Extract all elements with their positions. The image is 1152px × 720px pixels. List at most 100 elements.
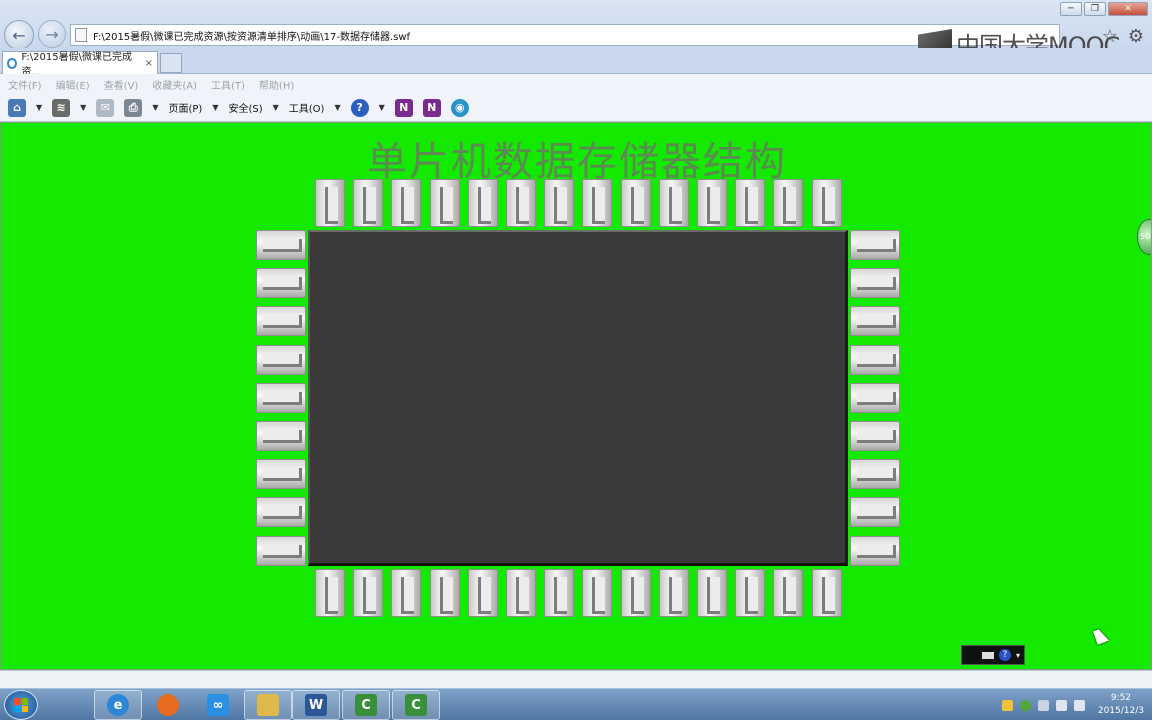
chip-pin-right bbox=[850, 535, 900, 566]
page-icon bbox=[75, 28, 87, 42]
menu-edit[interactable]: 编辑(E) bbox=[56, 77, 90, 92]
cloud-icon: ∞ bbox=[207, 694, 229, 716]
onenote-linked-icon[interactable]: N bbox=[422, 98, 441, 117]
keyboard-icon[interactable] bbox=[981, 651, 994, 659]
menu-file[interactable]: 文件(F) bbox=[8, 77, 42, 92]
network-icon[interactable] bbox=[1055, 699, 1067, 711]
help-icon[interactable]: ? bbox=[350, 98, 369, 117]
menu-bar: 文件(F) 编辑(E) 查看(V) 收藏夹(A) 工具(T) 帮助(H) bbox=[0, 74, 1152, 94]
help-dropdown-icon[interactable]: ▼ bbox=[379, 103, 385, 112]
chip-pin-left bbox=[256, 268, 306, 299]
chip-pin-bottom bbox=[697, 569, 727, 617]
clock[interactable]: 9:52 2015/12/3 bbox=[1098, 692, 1144, 718]
ie-icon: e bbox=[107, 694, 129, 716]
security-shield-icon[interactable] bbox=[1001, 699, 1013, 711]
tools-dropdown-icon[interactable]: ▼ bbox=[334, 103, 340, 112]
chip-pin-bottom bbox=[315, 569, 345, 617]
taskbar-camtasia-1[interactable]: C bbox=[342, 690, 390, 720]
taskbar-ie[interactable]: e bbox=[94, 690, 142, 720]
page-title: 单片机数据存储器结构 bbox=[367, 139, 787, 185]
rss-feed-icon[interactable]: ≋ bbox=[52, 98, 71, 117]
flash-dropdown-icon[interactable]: ▾ bbox=[1016, 651, 1020, 660]
volume-icon[interactable] bbox=[1073, 699, 1085, 711]
ie-icon bbox=[7, 57, 18, 69]
clock-time: 9:52 bbox=[1110, 693, 1132, 703]
start-button[interactable] bbox=[4, 690, 38, 720]
chip-pin-top bbox=[735, 179, 766, 227]
taskbar: e ∞ W C C 9:52 2015/12/3 bbox=[0, 688, 1152, 720]
print-dropdown-icon[interactable]: ▼ bbox=[152, 103, 158, 112]
side-bubble[interactable]: 50 bbox=[1137, 219, 1151, 255]
flag-icon[interactable] bbox=[1037, 699, 1049, 711]
menu-view[interactable]: 查看(V) bbox=[104, 77, 139, 92]
chip-pin-top bbox=[544, 179, 575, 227]
blue-circle-icon[interactable]: ◉ bbox=[450, 98, 469, 117]
tab-row: F:\2015暑假\微课已完成资... × bbox=[0, 48, 1152, 78]
camtasia-icon: C bbox=[405, 694, 427, 716]
tab-active[interactable]: F:\2015暑假\微课已完成资... × bbox=[2, 51, 158, 78]
chip-pin-bottom bbox=[391, 569, 422, 617]
address-text: F:\2015暑假\微课已完成资源\按资源清单排序\动画\17-数据存储器.sw… bbox=[93, 31, 411, 43]
chip-pin-right bbox=[850, 306, 900, 337]
address-bar[interactable]: F:\2015暑假\微课已完成资源\按资源清单排序\动画\17-数据存储器.sw… bbox=[70, 24, 1060, 46]
star-icon[interactable]: ☆ bbox=[1102, 26, 1118, 47]
flash-help-icon[interactable]: ? bbox=[998, 649, 1011, 661]
chip-pin-left bbox=[256, 535, 306, 566]
chip-pin-top bbox=[353, 179, 384, 227]
chip-pin-left bbox=[256, 344, 306, 375]
word-icon: W bbox=[305, 694, 327, 716]
chip-pin-top bbox=[773, 179, 804, 227]
chip-pin-top bbox=[620, 179, 651, 227]
flash-controls[interactable]: ? ▾ bbox=[961, 645, 1025, 665]
chip-pin-left bbox=[256, 382, 306, 413]
page-dropdown-icon[interactable]: ▼ bbox=[212, 103, 218, 112]
close-window-button[interactable]: ✕ bbox=[1108, 2, 1148, 16]
chip-pin-left bbox=[256, 230, 306, 260]
read-mail-icon[interactable]: ✉ bbox=[96, 98, 115, 117]
home-dropdown-icon[interactable]: ▼ bbox=[36, 103, 42, 112]
add-icon[interactable] bbox=[1019, 699, 1031, 711]
taskbar-camtasia-2[interactable]: C bbox=[392, 690, 440, 720]
safety-menu[interactable]: 安全(S) bbox=[228, 100, 262, 115]
chip-pin-right bbox=[850, 421, 900, 451]
command-bar: ⌂ ▼ ≋ ▼ ✉ ⎙ ▼ 页面(P) ▼ 安全(S) ▼ 工具(O) ▼ ? … bbox=[0, 94, 1152, 122]
home-icon[interactable]: ⌂ bbox=[8, 98, 26, 117]
page-menu[interactable]: 页面(P) bbox=[168, 100, 202, 115]
chip-body bbox=[308, 230, 848, 566]
back-button[interactable]: ← bbox=[4, 20, 34, 50]
new-tab-button[interactable] bbox=[160, 53, 182, 73]
chip-pin-right bbox=[850, 497, 900, 528]
chip-pin-bottom bbox=[353, 569, 384, 617]
forward-button[interactable]: → bbox=[38, 20, 66, 48]
taskbar-firefox[interactable] bbox=[144, 690, 192, 720]
restore-button[interactable]: ❐ bbox=[1084, 2, 1106, 16]
chip-pin-top bbox=[391, 179, 422, 227]
mouse-cursor-icon bbox=[1092, 627, 1110, 645]
chip-pin-top bbox=[658, 179, 689, 227]
feed-dropdown-icon[interactable]: ▼ bbox=[80, 103, 86, 112]
taskbar-word[interactable]: W bbox=[292, 690, 340, 720]
minimize-button[interactable]: ─ bbox=[1060, 2, 1082, 16]
menu-favorites[interactable]: 收藏夹(A) bbox=[152, 77, 197, 92]
menu-tools[interactable]: 工具(T) bbox=[211, 77, 245, 92]
chip-pin-right bbox=[850, 382, 900, 413]
chip-pin-top bbox=[811, 179, 842, 227]
system-tray: 9:52 2015/12/3 bbox=[1001, 692, 1144, 718]
menu-help[interactable]: 帮助(H) bbox=[259, 77, 294, 92]
chip-pin-bottom bbox=[735, 569, 766, 617]
chip-pin-right bbox=[850, 268, 900, 299]
safety-dropdown-icon[interactable]: ▼ bbox=[273, 103, 279, 112]
camtasia-icon: C bbox=[355, 694, 377, 716]
taskbar-explorer[interactable] bbox=[244, 690, 292, 720]
chip-pin-left bbox=[256, 459, 306, 490]
gear-icon[interactable]: ⚙ bbox=[1128, 26, 1144, 47]
print-icon[interactable]: ⎙ bbox=[124, 98, 143, 117]
taskbar-baidu[interactable]: ∞ bbox=[194, 690, 242, 720]
onenote-icon[interactable]: N bbox=[394, 98, 413, 117]
tools-menu[interactable]: 工具(O) bbox=[289, 100, 325, 115]
toolbar-right-icons: ☆ ⚙ bbox=[1102, 26, 1144, 47]
chip-pin-bottom bbox=[582, 569, 613, 617]
flash-content[interactable]: 单片机数据存储器结构 50 ? ▾ bbox=[0, 122, 1152, 670]
chip-pin-bottom bbox=[506, 569, 536, 617]
tab-close-icon[interactable]: × bbox=[145, 58, 153, 69]
